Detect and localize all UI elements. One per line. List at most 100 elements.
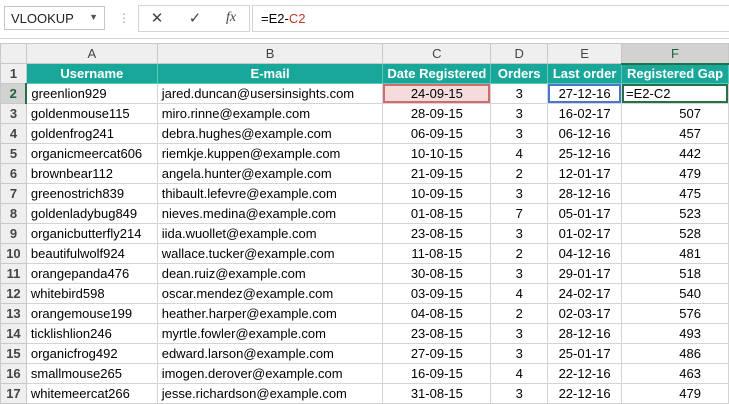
- column-header-b[interactable]: B: [156, 43, 384, 64]
- row-number[interactable]: 7: [0, 183, 27, 204]
- cell-date-registered[interactable]: 03-09-15: [382, 283, 492, 304]
- cell-username[interactable]: greenostrich839: [25, 183, 158, 204]
- cell-username[interactable]: organicfrog492: [25, 343, 158, 364]
- cell-registered-gap[interactable]: =E2-C2: [621, 83, 729, 104]
- cell-registered-gap[interactable]: 528: [621, 223, 729, 244]
- cell-registered-gap[interactable]: 481: [621, 243, 729, 264]
- cell-date-registered[interactable]: 27-09-15: [382, 343, 492, 364]
- cell-registered-gap[interactable]: 463: [621, 363, 729, 384]
- cell-orders[interactable]: 3: [490, 123, 549, 144]
- cell-last-order[interactable]: 28-12-16: [547, 323, 623, 344]
- formula-input[interactable]: =E2-C2: [252, 5, 729, 32]
- cell-orders[interactable]: 2: [490, 303, 549, 324]
- row-number[interactable]: 2: [0, 83, 28, 104]
- cell-date-registered[interactable]: 31-08-15: [382, 383, 492, 404]
- row-number[interactable]: 9: [0, 223, 27, 244]
- cell-email[interactable]: iida.wuollet@example.com: [156, 223, 384, 244]
- cell-registered-gap[interactable]: 475: [621, 183, 729, 204]
- cell-date-registered[interactable]: 24-09-15: [382, 83, 492, 104]
- cell-registered-gap[interactable]: 486: [621, 343, 729, 364]
- column-header-f[interactable]: F: [621, 43, 729, 65]
- cell-registered-gap[interactable]: 442: [621, 143, 729, 164]
- cell-orders[interactable]: 3: [490, 183, 549, 204]
- row-number[interactable]: 1: [0, 63, 27, 84]
- cell-email[interactable]: debra.hughes@example.com: [156, 123, 384, 144]
- cell-username[interactable]: orangemouse199: [25, 303, 158, 324]
- cell-date-registered[interactable]: 23-08-15: [382, 323, 492, 344]
- header-orders[interactable]: Orders: [490, 63, 549, 84]
- cell-orders[interactable]: 3: [490, 263, 549, 284]
- cell-email[interactable]: miro.rinne@example.com: [156, 103, 384, 124]
- cell-orders[interactable]: 4: [490, 363, 549, 384]
- cell-last-order[interactable]: 02-03-17: [547, 303, 623, 324]
- row-number[interactable]: 10: [0, 243, 27, 264]
- row-number[interactable]: 3: [0, 103, 27, 124]
- row-number[interactable]: 5: [0, 143, 27, 164]
- close-icon[interactable]: ✕: [142, 6, 172, 30]
- cell-last-order[interactable]: 05-01-17: [547, 203, 623, 224]
- cell-last-order[interactable]: 29-01-17: [547, 263, 623, 284]
- header-email[interactable]: E-mail: [156, 63, 384, 84]
- cell-username[interactable]: brownbear112: [25, 163, 158, 184]
- row-number[interactable]: 13: [0, 303, 27, 324]
- cell-email[interactable]: thibault.lefevre@example.com: [156, 183, 384, 204]
- insert-function-button[interactable]: fx: [216, 6, 246, 30]
- cell-username[interactable]: smallmouse265: [25, 363, 158, 384]
- cell-email[interactable]: jesse.richardson@example.com: [156, 383, 384, 404]
- chevron-down-icon[interactable]: ▼: [89, 12, 98, 22]
- cell-email[interactable]: edward.larson@example.com: [156, 343, 384, 364]
- cell-username[interactable]: goldenmouse115: [25, 103, 158, 124]
- cell-date-registered[interactable]: 30-08-15: [382, 263, 492, 284]
- cell-registered-gap[interactable]: 479: [621, 163, 729, 184]
- cell-date-registered[interactable]: 16-09-15: [382, 363, 492, 384]
- name-box[interactable]: VLOOKUP ▼: [4, 6, 105, 30]
- row-number[interactable]: 14: [0, 323, 27, 344]
- cell-registered-gap[interactable]: 493: [621, 323, 729, 344]
- cell-username[interactable]: orangepanda476: [25, 263, 158, 284]
- cell-date-registered[interactable]: 10-09-15: [382, 183, 492, 204]
- column-header-a[interactable]: A: [25, 43, 158, 64]
- row-number[interactable]: 17: [0, 383, 27, 404]
- header-registered-gap[interactable]: Registered Gap: [621, 63, 729, 84]
- cell-orders[interactable]: 4: [490, 143, 549, 164]
- row-number[interactable]: 15: [0, 343, 27, 364]
- cell-orders[interactable]: 3: [490, 383, 549, 404]
- check-icon[interactable]: ✓: [180, 6, 210, 30]
- cell-orders[interactable]: 7: [490, 203, 549, 224]
- cell-registered-gap[interactable]: 479: [621, 383, 729, 404]
- row-number[interactable]: 4: [0, 123, 27, 144]
- cell-registered-gap[interactable]: 540: [621, 283, 729, 304]
- column-header-d[interactable]: D: [490, 43, 549, 64]
- cell-last-order[interactable]: 22-12-16: [547, 383, 623, 404]
- cell-orders[interactable]: 3: [490, 223, 549, 244]
- cell-email[interactable]: angela.hunter@example.com: [156, 163, 384, 184]
- cell-last-order[interactable]: 25-12-16: [547, 143, 623, 164]
- column-header-e[interactable]: E: [547, 43, 623, 64]
- cell-username[interactable]: goldenladybug849: [25, 203, 158, 224]
- cell-date-registered[interactable]: 10-10-15: [382, 143, 492, 164]
- cell-username[interactable]: whitebird598: [25, 283, 158, 304]
- header-last-order[interactable]: Last order: [547, 63, 623, 84]
- row-number[interactable]: 16: [0, 363, 27, 384]
- cell-orders[interactable]: 2: [490, 243, 549, 264]
- cell-email[interactable]: dean.ruiz@example.com: [156, 263, 384, 284]
- header-username[interactable]: Username: [25, 63, 158, 84]
- column-header-c[interactable]: C: [382, 43, 492, 64]
- cell-last-order[interactable]: 22-12-16: [547, 363, 623, 384]
- cell-registered-gap[interactable]: 457: [621, 123, 729, 144]
- cell-last-order[interactable]: 12-01-17: [547, 163, 623, 184]
- cell-username[interactable]: organicmeercat606: [25, 143, 158, 164]
- cell-registered-gap[interactable]: 576: [621, 303, 729, 324]
- row-number[interactable]: 12: [0, 283, 27, 304]
- row-number[interactable]: 6: [0, 163, 27, 184]
- cell-email[interactable]: imogen.derover@example.com: [156, 363, 384, 384]
- cell-last-order[interactable]: 16-02-17: [547, 103, 623, 124]
- cell-last-order[interactable]: 25-01-17: [547, 343, 623, 364]
- cell-date-registered[interactable]: 21-09-15: [382, 163, 492, 184]
- cell-orders[interactable]: 2: [490, 163, 549, 184]
- cell-username[interactable]: whitemeercat266: [25, 383, 158, 404]
- cell-orders[interactable]: 3: [490, 103, 549, 124]
- cell-registered-gap[interactable]: 523: [621, 203, 729, 224]
- cell-email[interactable]: myrtle.fowler@example.com: [156, 323, 384, 344]
- cell-username[interactable]: beautifulwolf924: [25, 243, 158, 264]
